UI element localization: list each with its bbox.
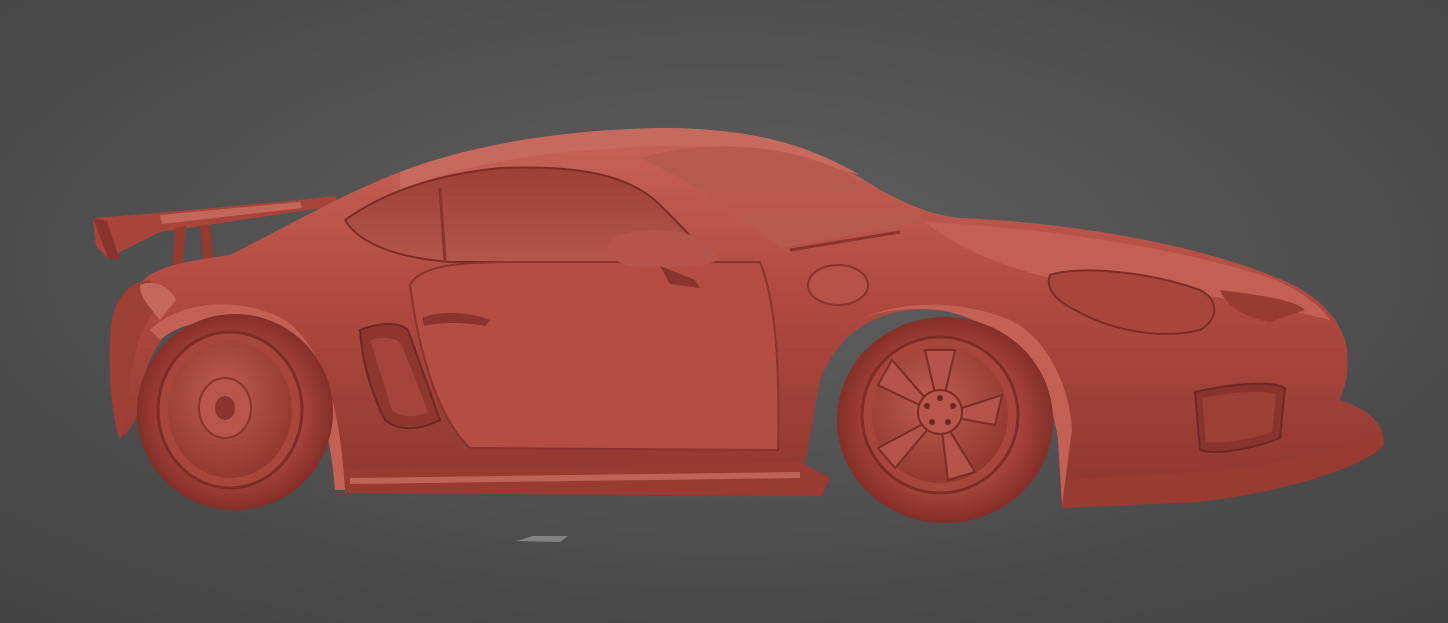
door-panel — [408, 261, 780, 452]
viewport-canvas[interactable] — [0, 0, 1448, 623]
3d-viewport[interactable] — [0, 0, 1448, 623]
rear-wheel — [137, 314, 333, 510]
front-wheel — [837, 317, 1053, 523]
fuel-cap — [807, 264, 869, 306]
